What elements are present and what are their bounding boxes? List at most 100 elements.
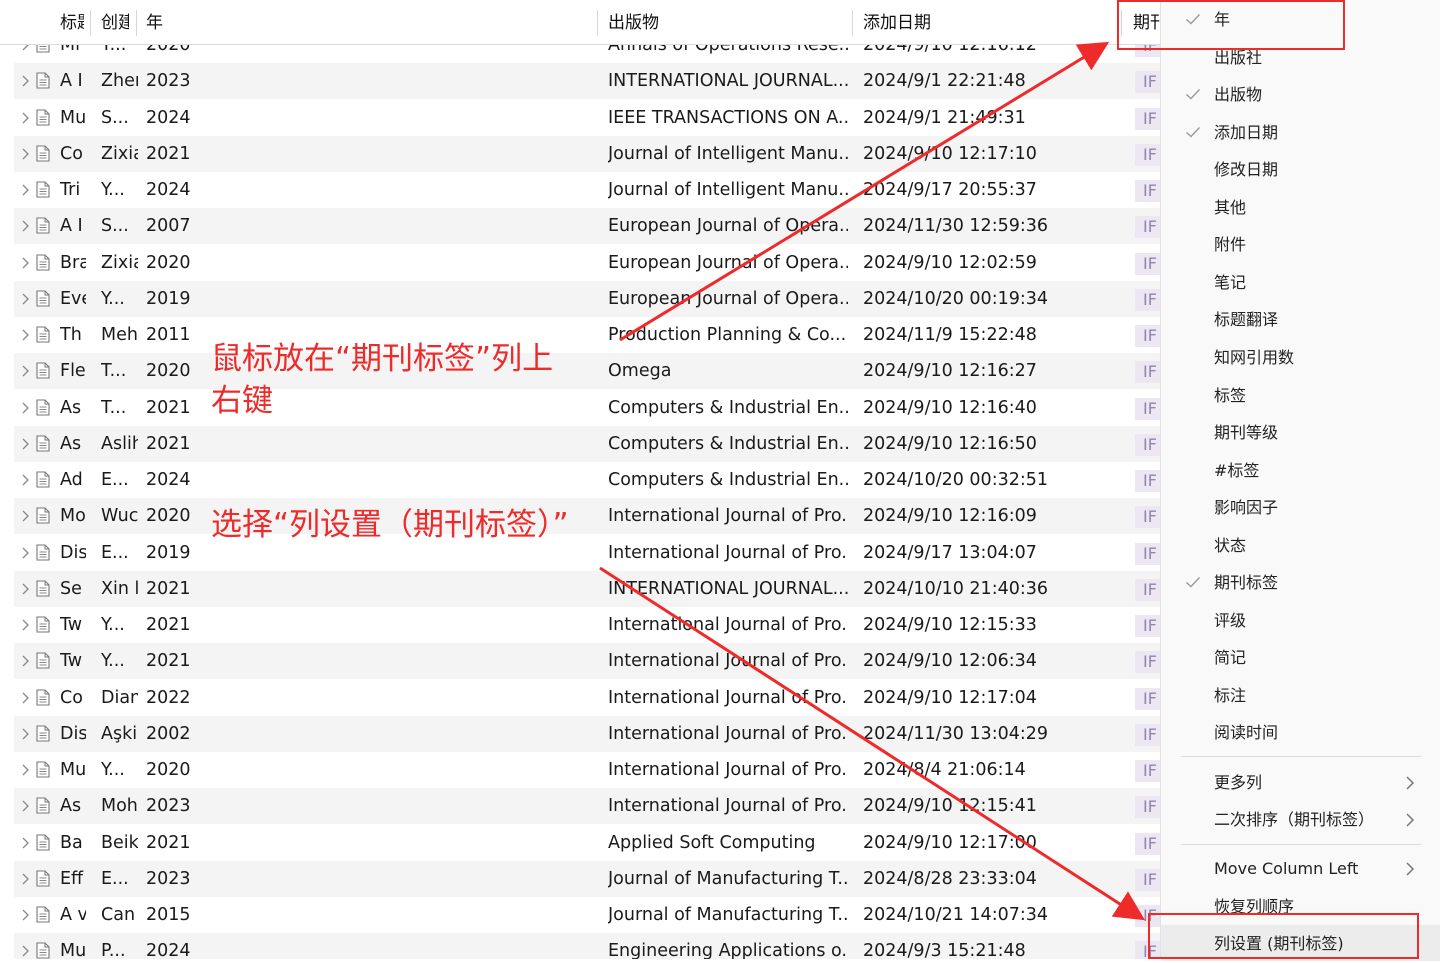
chevron-right-icon[interactable]	[20, 692, 32, 704]
table-row[interactable]: Fle T... 2020 Omega 2024/9/10 12:16:27 IF	[14, 353, 1175, 390]
menu-item-column-toggle[interactable]: #标签	[1161, 452, 1440, 488]
table-row[interactable]: Se Xin l 2021 INTERNATIONAL JOURNAL... 2024/…	[14, 570, 1175, 607]
chevron-right-icon[interactable]	[20, 329, 32, 341]
table-row[interactable]: Bra Zixia 2020 European Journal of Opera...…	[14, 245, 1175, 281]
chevron-right-icon[interactable]	[20, 945, 32, 957]
cell-date-added: 2024/10/20 00:32:51	[863, 470, 1049, 490]
menu-item-column-toggle[interactable]: 阅读时间	[1161, 714, 1440, 750]
chevron-right-icon[interactable]	[20, 184, 32, 196]
table-row[interactable]: Ba Beik 2021 Applied Soft Computing 2024/9/1…	[14, 825, 1175, 861]
menu-item-column-toggle[interactable]: 其他	[1161, 189, 1440, 225]
chevron-right-icon[interactable]	[20, 293, 32, 305]
menu-item-column-toggle[interactable]: 简记	[1161, 639, 1440, 675]
table-row[interactable]: As Aslih 2021 Computers & Industrial En... 2…	[14, 425, 1175, 462]
chevron-right-icon[interactable]	[20, 547, 32, 559]
cell-year: 2022	[146, 687, 191, 708]
menu-item-label: #标签	[1214, 460, 1260, 480]
chevron-right-icon[interactable]	[20, 220, 32, 232]
header-publication[interactable]: 出版物	[608, 0, 843, 44]
chevron-right-icon[interactable]	[20, 257, 32, 269]
menu-item-secondary-sort[interactable]: 二次排序（期刊标签）	[1161, 801, 1440, 837]
table-header: 标题 创建者 年 出版物 添加日期 期刊标签	[0, 0, 1175, 45]
column-divider[interactable]	[90, 10, 91, 36]
chevron-right-icon[interactable]	[20, 728, 32, 740]
table-row[interactable]: Mu S... 2024 IEEE TRANSACTIONS ON A... 2024/…	[14, 100, 1175, 136]
chevron-right-icon[interactable]	[20, 800, 32, 812]
header-year[interactable]: 年	[146, 0, 586, 44]
chevron-right-icon	[1406, 862, 1415, 876]
menu-item-more-columns[interactable]: 更多列	[1161, 764, 1440, 800]
menu-item-column-toggle[interactable]: 期刊标签	[1161, 564, 1440, 600]
menu-item-column-toggle[interactable]: 影响因子	[1161, 489, 1440, 525]
table-row[interactable]: Dis E... 2019 International Journal of Pro.…	[14, 535, 1175, 571]
table-row[interactable]: As T... 2021 Computers & Industrial En... 20…	[14, 390, 1175, 426]
table-row[interactable]: Mo Wuc 2020 International Journal of Pro...…	[14, 498, 1175, 535]
chevron-right-icon[interactable]	[20, 655, 32, 667]
menu-item-move-column-left[interactable]: Move Column Left	[1161, 850, 1440, 886]
table-row[interactable]: Tw Y... 2021 International Journal of Pro..…	[14, 607, 1175, 643]
menu-item-column-toggle[interactable]: 出版物	[1161, 76, 1440, 112]
column-divider[interactable]	[852, 10, 853, 36]
chevron-right-icon[interactable]	[20, 365, 32, 377]
cell-creator: Moh	[101, 796, 138, 817]
header-date-added[interactable]: 添加日期	[863, 0, 1108, 44]
header-creator[interactable]: 创建者	[101, 0, 129, 44]
cell-title: A I	[60, 216, 83, 237]
chevron-right-icon[interactable]	[20, 764, 32, 776]
chevron-right-icon[interactable]	[20, 438, 32, 450]
menu-item-column-toggle[interactable]: 添加日期	[1161, 114, 1440, 150]
document-icon	[36, 616, 50, 633]
chevron-right-icon[interactable]	[20, 402, 32, 414]
menu-item-column-toggle[interactable]: 修改日期	[1161, 151, 1440, 187]
chevron-right-icon[interactable]	[20, 148, 32, 160]
table-row[interactable]: Ad E... 2024 Computers & Industrial En... 20…	[14, 462, 1175, 498]
menu-item-column-toggle[interactable]: 评级	[1161, 602, 1440, 638]
table-row[interactable]: Tw Y... 2021 International Journal of Pro..…	[14, 643, 1175, 680]
chevron-right-icon[interactable]	[20, 75, 32, 87]
table-row[interactable]: A I S... 2007 European Journal of Opera... 2…	[14, 208, 1175, 245]
table-row[interactable]: Th Meh 2011 Production Planning & Co... 2024…	[14, 317, 1175, 353]
table-row[interactable]: A v Can 2015 Journal of Manufacturing T... 2…	[14, 897, 1175, 933]
cell-publication: European Journal of Opera...	[608, 252, 848, 273]
table-row[interactable]: Co Zixia 2021 Journal of Intelligent Manu..…	[14, 135, 1175, 172]
menu-item-column-toggle[interactable]: 笔记	[1161, 264, 1440, 300]
header-title[interactable]: 标题	[60, 0, 84, 44]
table-row[interactable]: A I Zher 2023 INTERNATIONAL JOURNAL... 2024/…	[14, 63, 1175, 100]
menu-item-column-toggle[interactable]: 标题翻译	[1161, 301, 1440, 337]
table-row[interactable]: Tri Y... 2024 Journal of Intelligent Manu..…	[14, 172, 1175, 208]
chevron-right-icon[interactable]	[20, 112, 32, 124]
table-row[interactable]: Mu P... 2024 Engineering Applications o... 2…	[14, 933, 1175, 959]
menu-item-column-toggle[interactable]: 标签	[1161, 377, 1440, 413]
chevron-right-icon[interactable]	[20, 909, 32, 921]
chevron-right-icon[interactable]	[20, 583, 32, 595]
chevron-right-icon[interactable]	[20, 873, 32, 885]
cell-creator: Y...	[101, 760, 125, 780]
menu-item-column-toggle[interactable]: 标注	[1161, 677, 1440, 713]
table-row[interactable]: Co Dian 2022 International Journal of Pro..…	[14, 680, 1175, 716]
menu-item-column-toggle[interactable]: 期刊等级	[1161, 414, 1440, 450]
cell-title: Tw	[60, 651, 83, 672]
table-row[interactable]: As Moh 2023 International Journal of Pro...…	[14, 788, 1175, 825]
column-divider[interactable]	[136, 10, 137, 36]
cell-year: 2002	[146, 723, 191, 744]
document-icon	[36, 253, 50, 271]
document-icon	[36, 435, 50, 452]
table-row[interactable]: Eff E... 2023 Journal of Manufacturing T...…	[14, 860, 1175, 897]
cell-date-added: 2024/8/28 23:33:04	[863, 868, 1037, 889]
table-row[interactable]: Dis Aşki 2002 International Journal of Pro.…	[14, 715, 1175, 752]
table-row[interactable]: Eve Y... 2019 European Journal of Opera... 2…	[14, 280, 1175, 317]
chevron-right-icon[interactable]	[20, 474, 32, 486]
menu-item-column-toggle[interactable]: 知网引用数	[1161, 339, 1440, 375]
cell-creator: T...	[101, 397, 127, 418]
chevron-right-icon[interactable]	[20, 510, 32, 522]
column-divider[interactable]	[597, 10, 598, 36]
menu-item-column-toggle[interactable]: 附件	[1161, 226, 1440, 262]
document-icon	[36, 72, 50, 89]
chevron-right-icon[interactable]	[20, 619, 32, 631]
cell-title: Tw	[60, 615, 83, 635]
chevron-right-icon[interactable]	[20, 837, 32, 849]
document-icon	[36, 761, 50, 778]
table-row[interactable]: Mu Y... 2020 International Journal of Pro..…	[14, 752, 1175, 788]
menu-item-column-toggle[interactable]: 状态	[1161, 527, 1440, 563]
cell-year: 2020	[146, 252, 191, 273]
